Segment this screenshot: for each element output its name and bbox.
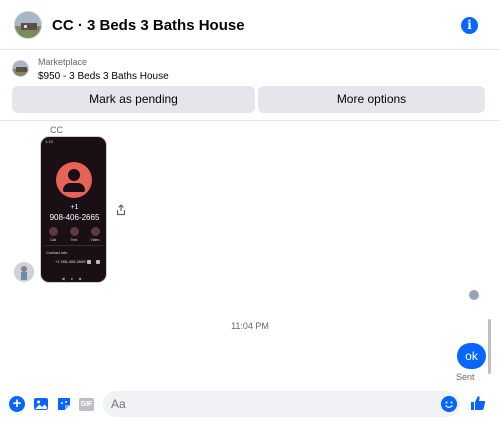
text-icon (70, 227, 79, 236)
call-label: Call (49, 238, 57, 242)
status-bar-time: 1:13 (45, 139, 53, 144)
mark-as-pending-button[interactable]: Mark as pending (12, 86, 255, 113)
video-label: Video (90, 238, 100, 242)
android-nav-bar: ◀●■ (61, 276, 88, 281)
video-small-icon (87, 260, 91, 264)
message-status: Sent (456, 372, 475, 382)
emoji-icon[interactable] (441, 396, 457, 412)
message-timestamp: 11:04 PM (231, 321, 269, 331)
call-icon (49, 227, 58, 236)
divider (45, 245, 104, 246)
outgoing-message-bubble[interactable]: ok (457, 343, 486, 369)
thumbs-up-icon[interactable] (470, 394, 486, 412)
sticker-icon[interactable] (56, 396, 72, 412)
shared-image-message[interactable]: 1:13 +1 908-406-2665 Call Text Video Con… (40, 136, 107, 283)
share-icon[interactable] (115, 204, 127, 216)
video-icon (91, 227, 100, 236)
message-small-icon (96, 260, 100, 264)
conversation-header: CC · 3 Beds 3 Baths House i (0, 0, 500, 50)
info-icon[interactable]: i (461, 17, 478, 34)
message-thread: CC 1:13 +1 908-406-2665 Call Text Video … (0, 122, 500, 388)
listing-avatar[interactable] (14, 11, 42, 39)
gif-icon[interactable]: GIF (79, 398, 94, 411)
seen-avatar (469, 290, 479, 300)
conversation-title[interactable]: CC · 3 Beds 3 Baths House (52, 17, 245, 34)
text-label: Text (70, 238, 78, 242)
sender-avatar[interactable] (14, 262, 34, 282)
listing-price-title[interactable]: $950 - 3 Beds 3 Baths House (38, 71, 169, 82)
marketplace-label: Marketplace (38, 57, 88, 67)
message-input[interactable] (103, 391, 460, 417)
message-composer: + GIF (0, 388, 500, 424)
contact-phone-number: 908-406-2665 (49, 213, 100, 222)
listing-thumbnail[interactable] (12, 60, 29, 77)
contact-info-number: +1 908-406-2665 (55, 259, 86, 264)
marketplace-listing-panel: Marketplace $950 - 3 Beds 3 Baths House … (0, 51, 500, 121)
plus-icon[interactable]: + (9, 396, 25, 412)
contact-name: +1 (70, 204, 79, 211)
more-options-button[interactable]: More options (258, 86, 485, 113)
contact-avatar-icon (56, 162, 92, 198)
photo-icon[interactable] (33, 396, 49, 412)
chat-scrollbar[interactable] (488, 319, 491, 374)
contact-info-label: Contact info (46, 250, 68, 255)
sender-name: CC (50, 125, 63, 135)
